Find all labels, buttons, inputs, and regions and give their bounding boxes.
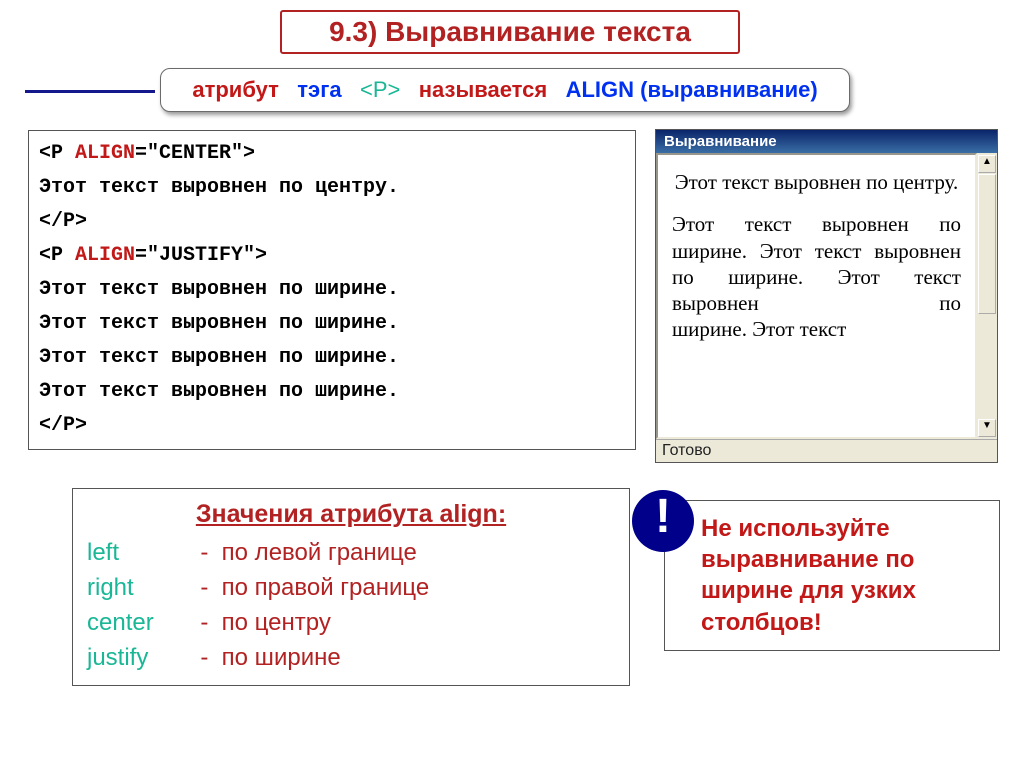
subtitle-word-called: называется	[419, 77, 548, 102]
align-value-justify: justify - по ширине	[87, 641, 615, 676]
code-example: <P ALIGN="CENTER"> Этот текст выровнен п…	[28, 130, 636, 450]
code-line-6: Этот текст выровнен по ширине.	[39, 307, 625, 341]
browser-body: Этот текст выровнен по центру. Этот текс…	[656, 153, 977, 439]
subtitle-callout: атрибут тэга <P> называется ALIGN (вырав…	[160, 68, 850, 112]
align-value-center: center - по центру	[87, 606, 615, 641]
subtitle-word-attribute: атрибут	[192, 77, 279, 102]
subtitle-word-align: ALIGN (выравнивание)	[566, 77, 818, 102]
code-line-4: <P ALIGN="JUSTIFY">	[39, 239, 625, 273]
browser-statusbar: Готово	[656, 439, 997, 462]
scroll-thumb[interactable]	[978, 174, 996, 314]
browser-titlebar: Выравнивание	[656, 130, 997, 153]
code-line-7: Этот текст выровнен по ширине.	[39, 341, 625, 375]
browser-preview: Выравнивание Этот текст выровнен по цент…	[655, 129, 998, 463]
subtitle-word-tag: тэга	[297, 77, 341, 102]
preview-justify-text: Этот текст выровнен по ширине. Этот текс…	[672, 211, 961, 316]
code-line-3: </P>	[39, 205, 625, 239]
align-value-right: right - по правой границе	[87, 571, 615, 606]
divider	[25, 90, 155, 93]
code-line-9: </P>	[39, 409, 625, 443]
subtitle-tag-p: <P>	[360, 77, 400, 102]
preview-justify-tail: ширине. Этот текст	[672, 316, 961, 342]
code-line-1: <P ALIGN="CENTER">	[39, 137, 625, 171]
code-line-8: Этот текст выровнен по ширине.	[39, 375, 625, 409]
scroll-up-button[interactable]: ▲	[978, 155, 996, 173]
code-line-5: Этот текст выровнен по ширине.	[39, 273, 625, 307]
code-line-2: Этот текст выровнен по центру.	[39, 171, 625, 205]
browser-viewport: Этот текст выровнен по центру. Этот текс…	[656, 153, 997, 439]
section-title: 9.3) Выравнивание текста	[280, 10, 740, 54]
scrollbar[interactable]: ▲ ▼	[978, 155, 996, 437]
align-value-left: left - по левой границе	[87, 536, 615, 571]
warning-icon: !	[632, 490, 694, 552]
preview-center-text: Этот текст выровнен по центру.	[672, 169, 961, 195]
align-values-heading: Значения атрибута align:	[87, 496, 615, 532]
scroll-down-button[interactable]: ▼	[978, 419, 996, 437]
align-values-box: Значения атрибута align: left - по левой…	[72, 488, 630, 686]
warning-box: Не используйте выравнивание по ширине дл…	[664, 500, 1000, 651]
